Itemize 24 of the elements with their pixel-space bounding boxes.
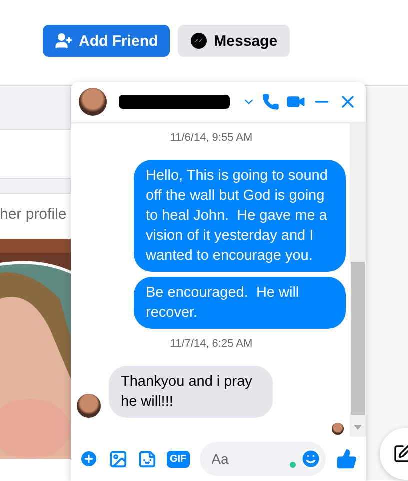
phone-icon[interactable] <box>262 93 280 111</box>
sent-message: Hello, This is going to sound off the wall but God is going to heal John. He gave me a vision of it yesterday and I wanted to encourage you. <box>134 160 346 272</box>
received-message: Thankyou and i pray he will!!! <box>109 366 273 418</box>
plus-icon[interactable] <box>79 449 99 469</box>
message-timestamp: 11/7/14, 6:25 AM <box>170 338 253 350</box>
message-button[interactable]: Message <box>178 25 290 57</box>
person-add-icon <box>55 32 73 50</box>
scrollbar[interactable] <box>350 122 366 437</box>
message-bar[interactable]: Aa <box>200 442 326 476</box>
message-field[interactable]: Aa <box>210 450 286 468</box>
sent-message: Be encouraged. He will recover. <box>134 277 346 329</box>
image-icon[interactable] <box>109 450 128 468</box>
gif-button[interactable]: GIF <box>167 450 190 468</box>
thumbs-up-icon[interactable] <box>336 448 358 470</box>
add-friend-button[interactable]: Add Friend <box>43 25 170 57</box>
status-dot-icon <box>290 462 296 468</box>
contact-avatar <box>79 88 107 116</box>
emoji-icon[interactable] <box>300 448 322 470</box>
contact-avatar <box>77 394 101 418</box>
edit-icon <box>393 444 408 464</box>
sticker-icon[interactable] <box>138 450 157 468</box>
message-timestamp: 11/6/14, 9:55 AM <box>170 132 253 144</box>
post-caption: her profile <box>0 206 68 223</box>
messenger-icon <box>190 32 208 50</box>
